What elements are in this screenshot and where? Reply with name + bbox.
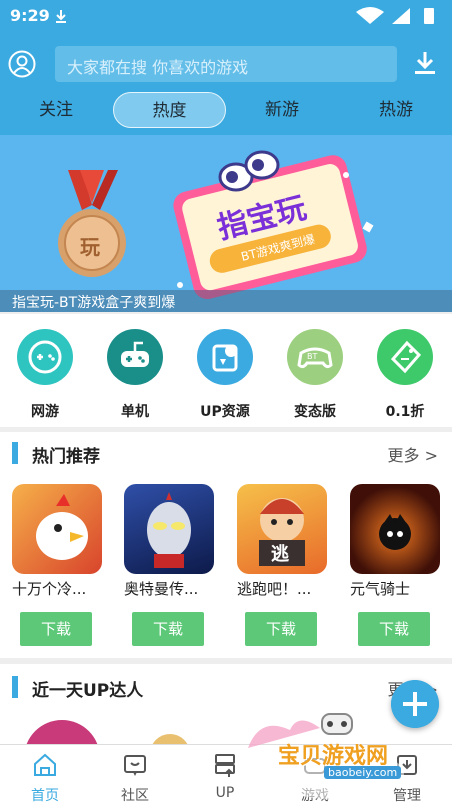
user-avatar-icon[interactable]: [8, 50, 36, 78]
category-label: 0.1折: [385, 404, 425, 420]
nav-community[interactable]: 社区: [90, 751, 180, 804]
battery-icon: [424, 8, 434, 24]
game-card[interactable]: 元气骑士 下载: [350, 484, 440, 646]
status-bar: 9:29: [0, 0, 452, 32]
section-accent-bar: [12, 442, 18, 464]
share-icon: [197, 329, 253, 385]
nav-home[interactable]: 首页: [0, 751, 90, 804]
search-input[interactable]: 大家都在搜 你喜欢的游戏: [55, 46, 397, 82]
game-card[interactable]: 奥特曼传... 下载: [124, 484, 214, 646]
tab-new[interactable]: 新游: [226, 92, 338, 128]
category-online-games[interactable]: 网游: [0, 329, 90, 421]
home-icon: [34, 753, 56, 776]
category-label: 网游: [31, 404, 59, 420]
up-avatar[interactable]: [24, 720, 100, 744]
svg-text:BT: BT: [307, 352, 317, 361]
category-discount[interactable]: 0.1折: [360, 329, 450, 421]
community-icon: [124, 755, 146, 776]
watermark-url: baobeiy.com: [324, 766, 402, 779]
banner-caption: 指宝玩-BT游戏盒子爽到爆: [12, 295, 176, 311]
download-notification-icon: [56, 10, 66, 23]
discount-tag-icon: [377, 329, 433, 385]
download-button[interactable]: 下载: [358, 612, 430, 646]
hot-recommend-section: 热门推荐 更多 > 十万个冷... 下载 奥特曼传... 下载 逃 逃跑吧！..…: [0, 432, 452, 658]
category-row: 网游 单机 UP资源 BT 变态版 0.1折: [0, 314, 452, 427]
download-button[interactable]: 下载: [245, 612, 317, 646]
game-card[interactable]: 逃 逃跑吧！... 下载: [237, 484, 327, 646]
game-name: 奥特曼传...: [124, 580, 199, 598]
nav-label: 首页: [31, 788, 59, 804]
status-time: 9:29: [10, 6, 50, 25]
game-name: 元气骑士: [350, 580, 411, 598]
game-icon[interactable]: [124, 484, 214, 574]
section-accent-bar: [12, 676, 18, 698]
tab-follow[interactable]: 关注: [0, 92, 112, 128]
category-up-resources[interactable]: UP资源: [180, 329, 270, 421]
status-icons: [356, 7, 434, 24]
game-name: 十万个冷...: [12, 580, 87, 598]
gamepad-icon: [17, 329, 73, 385]
game-icon[interactable]: [350, 484, 440, 574]
category-label: 变态版: [294, 404, 336, 420]
download-button[interactable]: 下载: [132, 612, 204, 646]
banner-caption-bar: 指宝玩-BT游戏盒子爽到爆: [0, 290, 452, 312]
download-button[interactable]: 下载: [20, 612, 92, 646]
more-link[interactable]: 更多 >: [388, 442, 439, 466]
up-avatar[interactable]: [150, 734, 190, 744]
game-card[interactable]: 十万个冷... 下载: [12, 484, 102, 646]
search-placeholder: 大家都在搜 你喜欢的游戏: [67, 58, 249, 77]
tab-hot[interactable]: 热度: [113, 92, 226, 128]
download-icon[interactable]: [410, 48, 440, 78]
section-title: 热门推荐: [32, 447, 100, 467]
bt-controller-icon: BT: [287, 329, 343, 385]
medal-text: 玩: [80, 235, 100, 259]
category-single-player[interactable]: 单机: [90, 329, 180, 421]
promo-banner[interactable]: 玩 指宝玩 BT游戏爽到爆 指宝玩-BT游戏盒子爽到爆: [0, 135, 452, 312]
tab-popular[interactable]: 热游: [340, 92, 452, 128]
game-icon[interactable]: [12, 484, 102, 574]
category-label: UP资源: [200, 404, 250, 420]
up-icon: [215, 754, 235, 777]
signal-icon: [392, 8, 410, 24]
section-title: 近一天UP达人: [32, 681, 144, 701]
game-name: 逃跑吧！...: [237, 580, 312, 598]
category-bt-version[interactable]: BT 变态版: [270, 329, 360, 421]
nav-label: 社区: [121, 788, 149, 804]
site-watermark: 宝贝游戏网 baobeiy.com: [240, 708, 440, 804]
wifi-icon: [356, 7, 384, 24]
controller-icon: [107, 329, 163, 385]
category-label: 单机: [121, 404, 149, 420]
top-header: 9:29 大家都在搜 你喜欢的游戏 关注 热度 新游 热游: [0, 0, 452, 135]
game-icon[interactable]: 逃: [237, 484, 327, 574]
